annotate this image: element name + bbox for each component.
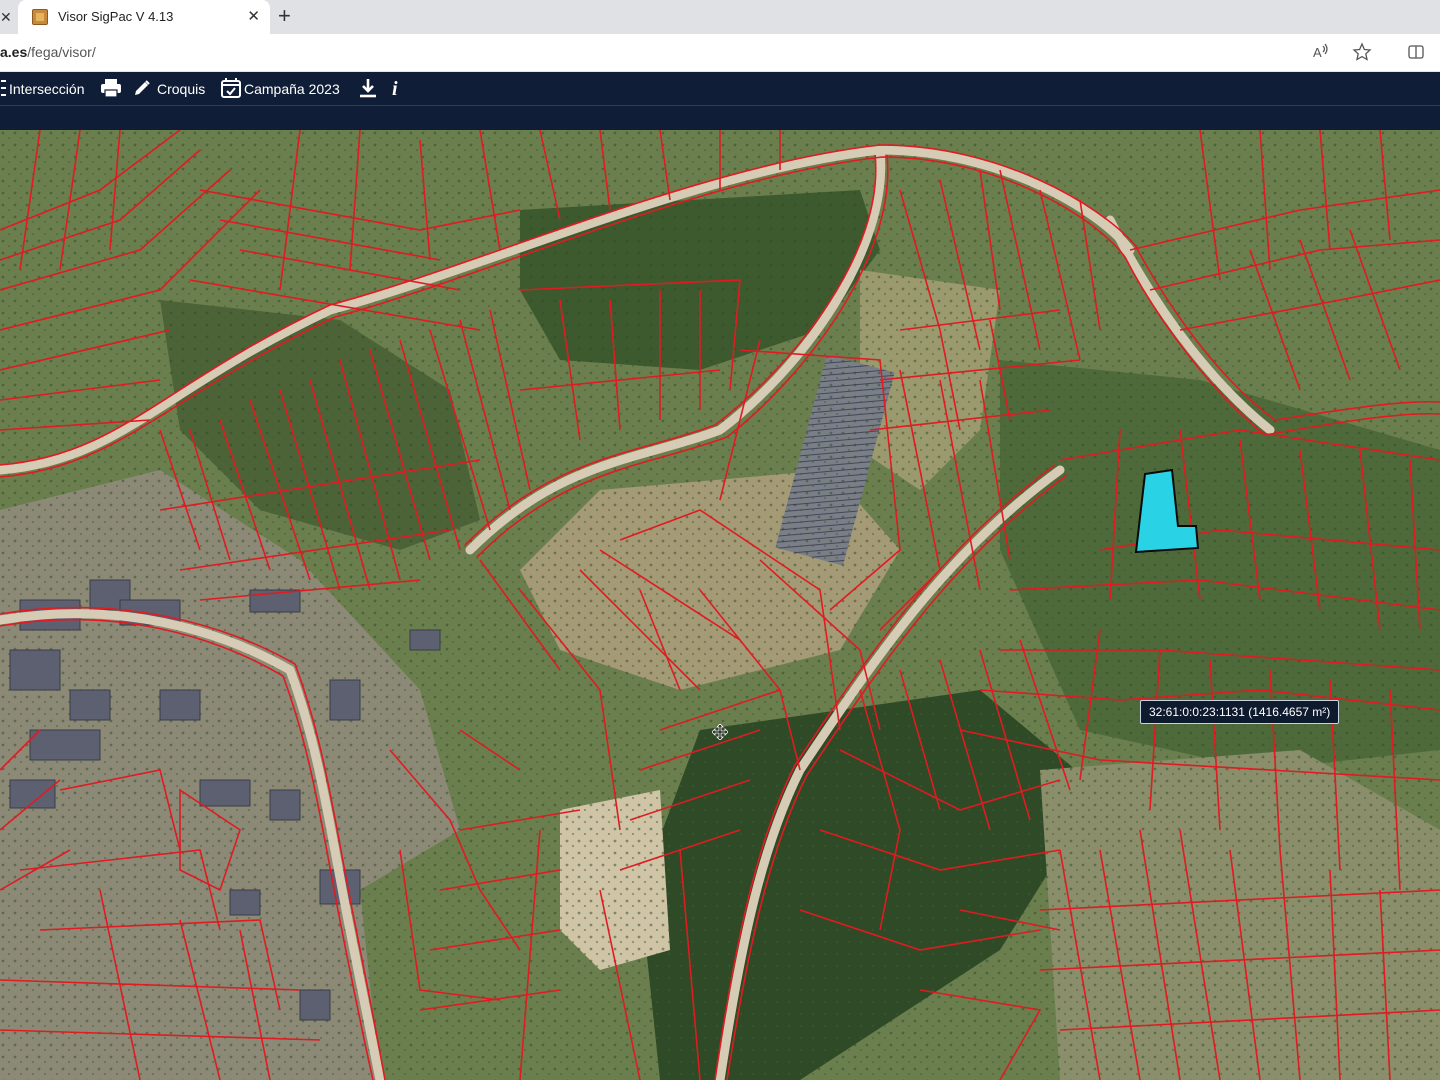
sigpac-toolbar: Intersección Croquis Campaña 2023 i bbox=[0, 72, 1440, 130]
split-screen-icon[interactable] bbox=[1405, 42, 1427, 64]
favorite-star-icon[interactable] bbox=[1351, 42, 1373, 64]
address-bar[interactable]: a.es/fega/visor/ A bbox=[0, 34, 1440, 72]
campaign-label: Campaña 2023 bbox=[244, 81, 340, 97]
close-icon[interactable]: ✕ bbox=[0, 7, 14, 27]
print-button[interactable] bbox=[100, 78, 122, 100]
pencil-icon bbox=[133, 79, 151, 100]
toolbar-divider bbox=[0, 105, 1440, 106]
calendar-icon bbox=[220, 77, 242, 102]
browser-tab-strip: ✕ Visor SigPac V 4.13 ✕ + bbox=[0, 0, 1440, 34]
url-text[interactable]: a.es/fega/visor/ bbox=[0, 44, 96, 60]
close-tab-icon[interactable]: ✕ bbox=[247, 7, 260, 27]
intersection-label: Intersección bbox=[9, 81, 85, 97]
url-path: /fega/visor/ bbox=[27, 44, 96, 60]
url-host: a.es bbox=[0, 44, 28, 60]
info-icon: i bbox=[392, 77, 398, 100]
orthophoto-map[interactable] bbox=[0, 130, 1440, 1080]
intersection-button[interactable]: Intersección bbox=[0, 78, 84, 100]
croquis-label: Croquis bbox=[157, 81, 206, 97]
info-button[interactable]: i bbox=[392, 78, 398, 100]
download-button[interactable] bbox=[358, 78, 378, 100]
tab-title: Visor SigPac V 4.13 bbox=[58, 9, 174, 24]
croquis-button[interactable]: Croquis bbox=[133, 78, 205, 100]
read-aloud-icon[interactable]: A bbox=[1310, 42, 1332, 64]
new-tab-icon[interactable]: + bbox=[278, 3, 291, 29]
browser-tab[interactable]: Visor SigPac V 4.13 ✕ bbox=[18, 0, 270, 34]
move-cursor-icon bbox=[712, 724, 728, 740]
aerial-map[interactable]: 32:61:0:0:23:1131 (1416.4657 m²) bbox=[0, 130, 1440, 1080]
intersection-icon bbox=[0, 78, 9, 101]
svg-text:A: A bbox=[1313, 45, 1322, 60]
parcel-tooltip: 32:61:0:0:23:1131 (1416.4657 m²) bbox=[1140, 700, 1340, 724]
download-icon bbox=[358, 77, 378, 102]
favicon-icon bbox=[32, 9, 48, 25]
campaign-button[interactable]: Campaña 2023 bbox=[220, 77, 340, 102]
print-icon bbox=[100, 78, 122, 101]
